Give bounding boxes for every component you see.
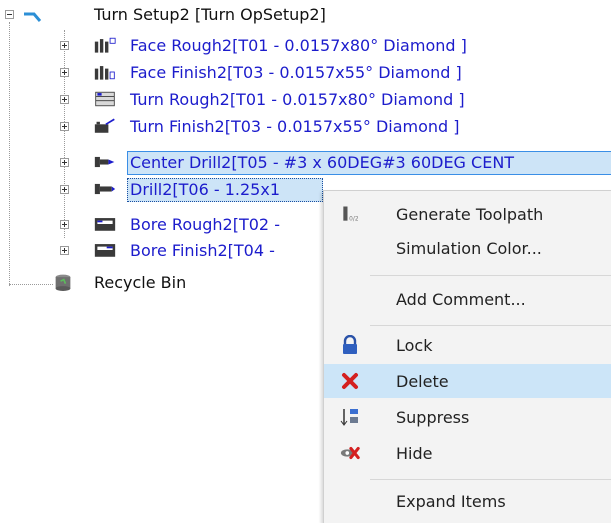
expand-icon[interactable] [60, 122, 69, 131]
menu-item-lock[interactable]: Lock [324, 328, 611, 362]
menu-item-label: Expand Items [396, 491, 506, 511]
operation-label: Turn Rough2[T01 - 0.0157x80° Diamond ] [130, 90, 465, 109]
menu-item-label: Hide [396, 443, 433, 463]
menu-item-label: Suppress [396, 407, 470, 427]
menu-item-add-comment[interactable]: Add Comment... [324, 282, 611, 316]
expand-icon[interactable] [60, 41, 69, 50]
drill-icon [94, 183, 116, 195]
delete-icon [342, 373, 358, 389]
recycle-bin-icon [55, 274, 71, 291]
turn-rough-icon [95, 91, 115, 107]
recycle-bin-label: Recycle Bin [94, 273, 187, 292]
expand-icon[interactable] [60, 95, 69, 104]
menu-item-label: Add Comment... [396, 289, 526, 309]
menu-item-suppress[interactable]: Suppress [324, 400, 611, 434]
expand-icon[interactable] [60, 220, 69, 229]
suppress-icon [340, 409, 358, 426]
bore-finish-icon [94, 244, 116, 257]
menu-item-label: Simulation Color... [396, 238, 542, 258]
operation-label: Drill2[T06 - 1.25x1 [127, 178, 323, 202]
setup-label: Turn Setup2 [Turn OpSetup2] [94, 5, 326, 24]
generate-toolpath-icon: 0/2 [343, 206, 359, 223]
menu-item-expand-items[interactable]: Expand Items [324, 484, 611, 518]
menu-separator [370, 325, 611, 326]
menu-item-delete[interactable]: Delete [324, 364, 611, 398]
face-rough-icon [94, 37, 116, 53]
menu-separator [370, 479, 611, 480]
turn-finish-icon [94, 118, 115, 133]
svg-text:0/2: 0/2 [349, 217, 359, 223]
center-drill-icon [94, 156, 115, 168]
operation-label: Bore Finish2[T04 - [130, 241, 275, 260]
tree-line [64, 30, 65, 238]
operation-label: Center Drill2[T05 - #3 x 60DEG#3 60DEG C… [127, 151, 611, 175]
menu-item-label: Lock [396, 335, 433, 355]
operation-label: Face Rough2[T01 - 0.0157x80° Diamond ] [130, 36, 467, 55]
tree-line [9, 284, 53, 285]
hide-icon [340, 446, 360, 460]
menu-item-label: Generate Toolpath [396, 204, 544, 224]
turn-setup-icon [24, 12, 42, 22]
menu-separator [370, 275, 611, 276]
operation-label: Face Finish2[T03 - 0.0157x55° Diamond ] [130, 63, 462, 82]
operation-label: Bore Rough2[T02 - [130, 215, 280, 234]
context-menu: 0/2 Generate Toolpath Simulation Color..… [323, 190, 611, 523]
expand-icon[interactable] [60, 158, 69, 167]
menu-item-label: Delete [396, 371, 449, 391]
collapse-icon[interactable] [5, 10, 14, 19]
lock-icon [343, 335, 357, 354]
menu-item-hide[interactable]: Hide [324, 436, 611, 470]
tree-line [9, 22, 10, 286]
expand-icon[interactable] [60, 185, 69, 194]
menu-item-generate-toolpath[interactable]: 0/2 Generate Toolpath [324, 197, 611, 231]
bore-rough-icon [94, 218, 116, 231]
expand-icon[interactable] [60, 68, 69, 77]
expand-icon[interactable] [60, 246, 69, 255]
operation-label: Turn Finish2[T03 - 0.0157x55° Diamond ] [130, 117, 460, 136]
face-finish-icon [94, 66, 115, 80]
menu-item-simulation-color[interactable]: Simulation Color... [324, 231, 611, 265]
